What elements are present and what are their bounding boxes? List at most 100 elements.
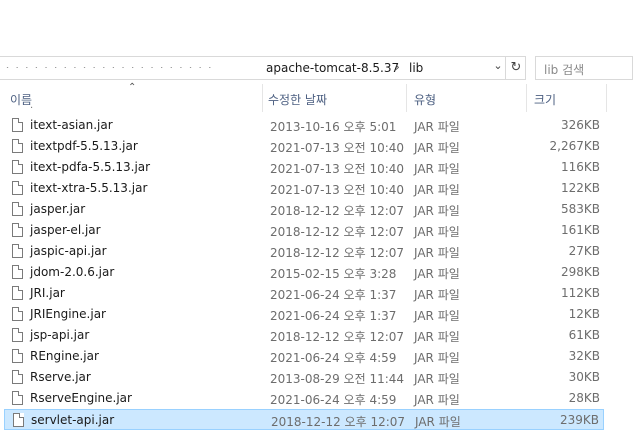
- file-size: 239KB: [559, 413, 599, 427]
- breadcrumb-separator-icon: ›: [395, 60, 400, 74]
- file-modified: 2015-02-15 오후 3:28: [270, 267, 397, 281]
- file-name: Rserve.jar: [30, 370, 91, 384]
- file-name: itext-xtra-5.5.13.jar: [30, 181, 148, 195]
- file-type: JAR 파일: [414, 162, 460, 176]
- file-icon: [12, 349, 23, 363]
- file-type: JAR 파일: [414, 309, 460, 323]
- file-row[interactable]: jaspic-api.jar 2018-12-12 오후 12:07 JAR 파일 2…: [4, 241, 604, 262]
- file-icon: [12, 391, 23, 405]
- file-size: 298KB: [560, 265, 600, 279]
- file-row[interactable]: jasper.jar 2018-12-12 오후 12:07 JAR 파일 583KB: [4, 199, 604, 220]
- file-name: itext-asian.jar: [30, 118, 113, 132]
- file-row[interactable]: itext-xtra-5.5.13.jar 2021-07-13 오전 10:40…: [4, 178, 604, 199]
- file-icon: [12, 139, 23, 153]
- file-size: 583KB: [560, 202, 600, 216]
- file-type: JAR 파일: [414, 141, 460, 155]
- refresh-icon[interactable]: ↻: [505, 57, 526, 79]
- file-size: 116KB: [560, 160, 600, 174]
- file-row[interactable]: jasper-el.jar 2018-12-12 오후 12:07 JAR 파일 16…: [4, 220, 604, 241]
- file-row[interactable]: itext-asian.jar 2013-10-16 오후 5:01 JAR 파일 3…: [4, 115, 604, 136]
- file-size: 2,267KB: [549, 139, 600, 153]
- address-bar[interactable]: · · · · · · · · · · · · · · · · · · · · …: [0, 56, 526, 80]
- file-row[interactable]: jsp-api.jar 2018-12-12 오후 12:07 JAR 파일 61KB: [4, 325, 604, 346]
- file-size: 30KB: [568, 370, 600, 384]
- file-name: REngine.jar: [30, 349, 99, 363]
- file-size: 61KB: [568, 328, 600, 342]
- file-modified: 2018-12-12 오후 12:07: [271, 415, 406, 429]
- file-type: JAR 파일: [414, 183, 460, 197]
- file-icon: [12, 307, 23, 321]
- file-row[interactable]: JRIEngine.jar 2021-06-24 오후 1:37 JAR 파일 12K…: [4, 304, 604, 325]
- file-type: JAR 파일: [414, 246, 460, 260]
- file-row[interactable]: REngine.jar 2021-06-24 오후 4:59 JAR 파일 32KB: [4, 346, 604, 367]
- sort-ascending-icon: ⌃: [128, 82, 137, 93]
- file-row[interactable]: servlet-api.jar 2018-12-12 오후 12:07 JAR 파일…: [4, 409, 604, 430]
- file-icon: [12, 328, 23, 342]
- file-icon: [12, 202, 23, 216]
- file-type: JAR 파일: [414, 120, 460, 134]
- file-name: JRI.jar: [30, 286, 65, 300]
- file-name: jdom-2.0.6.jar: [30, 265, 115, 279]
- file-type: JAR 파일: [414, 225, 460, 239]
- file-size: 32KB: [568, 349, 600, 363]
- file-list: · itext-asian.jar 2013-10-16 오후 5:01 JAR 파…: [0, 105, 633, 435]
- file-name: jaspic-api.jar: [30, 244, 107, 258]
- file-type: JAR 파일: [414, 288, 460, 302]
- file-name: RserveEngine.jar: [30, 391, 132, 405]
- file-modified: 2018-12-12 오후 12:07: [270, 330, 405, 344]
- file-type: JAR 파일: [414, 351, 460, 365]
- file-type: JAR 파일: [414, 267, 460, 281]
- file-modified: 2021-06-24 오후 1:37: [270, 288, 397, 302]
- search-input[interactable]: lib 검색: [535, 56, 633, 80]
- file-modified: 2018-12-12 오후 12:07: [270, 225, 405, 239]
- file-row[interactable]: Rserve.jar 2013-08-29 오전 11:44 JAR 파일 30KB: [4, 367, 604, 388]
- file-type: JAR 파일: [415, 415, 461, 429]
- file-name: jasper-el.jar: [30, 223, 101, 237]
- file-name: jsp-api.jar: [30, 328, 90, 342]
- file-row[interactable]: jdom-2.0.6.jar 2015-02-15 오후 3:28 JAR 파일 29…: [4, 262, 604, 283]
- file-size: 161KB: [560, 223, 600, 237]
- file-size: 326KB: [560, 118, 600, 132]
- file-name: jasper.jar: [30, 202, 86, 216]
- file-row[interactable]: JRI.jar 2021-06-24 오후 1:37 JAR 파일 112KB: [4, 283, 604, 304]
- file-icon: [12, 244, 23, 258]
- file-modified: 2013-08-29 오전 11:44: [270, 372, 405, 386]
- file-modified: 2013-10-16 오후 5:01: [270, 120, 397, 134]
- file-name: itext-pdfa-5.5.13.jar: [30, 160, 151, 174]
- file-size: 27KB: [568, 244, 600, 258]
- file-name: itextpdf-5.5.13.jar: [30, 139, 138, 153]
- file-size: 12KB: [568, 307, 600, 321]
- file-modified: 2018-12-12 오후 12:07: [270, 204, 405, 218]
- file-icon: [12, 118, 23, 132]
- breadcrumb-lib[interactable]: lib: [409, 61, 423, 75]
- search-placeholder: lib 검색: [544, 63, 585, 77]
- file-row[interactable]: RserveEngine.jar 2021-06-24 오후 4:59 JAR 파일…: [4, 388, 604, 409]
- file-icon: [12, 223, 23, 237]
- file-icon: [12, 286, 23, 300]
- file-type: JAR 파일: [414, 204, 460, 218]
- file-modified: 2021-07-13 오전 10:40: [270, 183, 405, 197]
- file-modified: 2021-07-13 오전 10:40: [270, 162, 405, 176]
- toolbar-area: [0, 0, 633, 52]
- file-icon: [12, 265, 23, 279]
- file-icon: [13, 413, 24, 427]
- file-type: JAR 파일: [414, 372, 460, 386]
- file-modified: 2021-06-24 오후 4:59: [270, 393, 397, 407]
- file-row[interactable]: itext-pdfa-5.5.13.jar 2021-07-13 오전 10:40…: [4, 157, 604, 178]
- file-icon: [12, 160, 23, 174]
- file-modified: 2021-07-13 오전 10:40: [270, 141, 405, 155]
- file-type: JAR 파일: [414, 330, 460, 344]
- file-size: 112KB: [560, 286, 600, 300]
- file-icon: [12, 181, 23, 195]
- file-row[interactable]: itextpdf-5.5.13.jar 2021-07-13 오전 10:40 JA…: [4, 136, 604, 157]
- file-name: servlet-api.jar: [31, 413, 115, 427]
- file-icon: [12, 370, 23, 384]
- file-name: JRIEngine.jar: [30, 307, 106, 321]
- file-modified: 2021-06-24 오후 1:37: [270, 309, 397, 323]
- breadcrumb-apache-tomcat[interactable]: apache-tomcat-8.5.37: [266, 61, 399, 75]
- partial-row-above: ·: [30, 105, 34, 114]
- file-size: 122KB: [560, 181, 600, 195]
- file-size: 28KB: [568, 391, 600, 405]
- file-modified: 2018-12-12 오후 12:07: [270, 246, 405, 260]
- file-type: JAR 파일: [414, 393, 460, 407]
